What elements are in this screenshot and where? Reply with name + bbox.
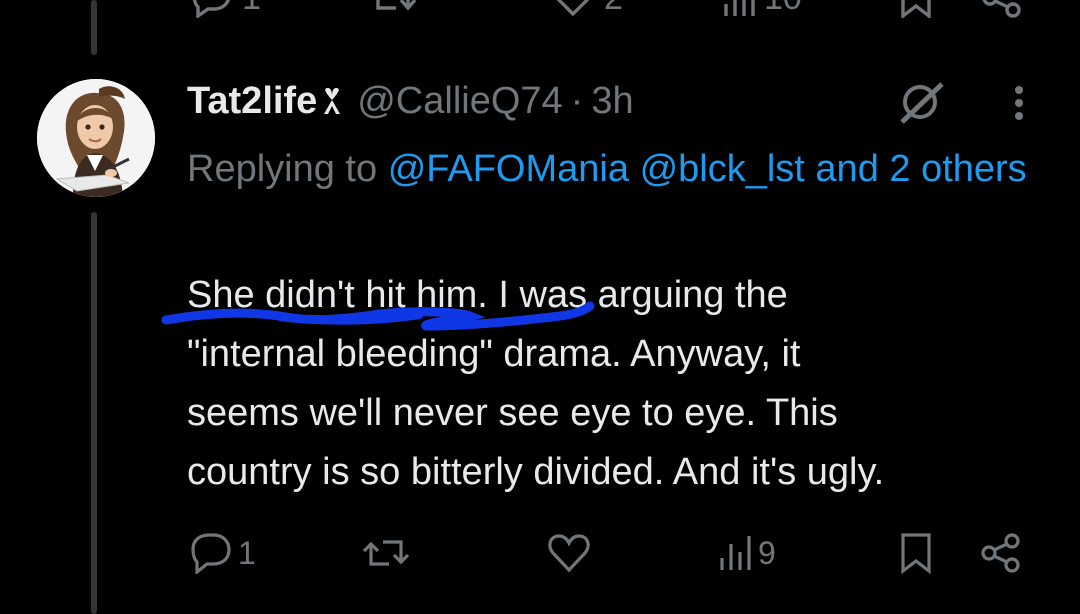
post-header: Tat2life @CallieQ74 · 3h — [187, 78, 634, 124]
post-body: She didn't hit him. I was arguing the "i… — [187, 266, 1067, 502]
prev-reply-button[interactable]: 1 — [188, 0, 261, 18]
like-icon — [556, 0, 590, 17]
mention-link-fafomania[interactable]: @FAFOMania — [388, 148, 629, 190]
bookmark-button[interactable] — [898, 530, 934, 576]
views-icon — [720, 536, 751, 570]
prev-retweet-button[interactable] — [368, 0, 418, 18]
prev-like-count: 2 — [604, 0, 623, 18]
prev-bookmark-button[interactable] — [898, 0, 934, 18]
avatar[interactable] — [37, 79, 155, 197]
retweet-button[interactable] — [360, 530, 416, 576]
mention-link-blck-lst[interactable]: @blck_lst — [640, 148, 805, 190]
post-body-line-1: She didn't hit him. I was arguing the — [187, 274, 788, 316]
user-handle[interactable]: @CallieQ74 — [357, 80, 562, 123]
post-body-line-3: seems we'll never see eye to eye. This — [187, 392, 838, 434]
prev-share-button[interactable] — [980, 0, 1024, 18]
thread-line-bottom — [91, 212, 97, 614]
prev-like-button[interactable]: 2 — [550, 0, 623, 18]
view-count: 9 — [758, 534, 776, 571]
reply-icon — [192, 0, 230, 18]
like-button[interactable] — [546, 530, 596, 576]
more-options-icon[interactable] — [1004, 82, 1034, 124]
previous-post-actions: 1 2 10 — [0, 0, 1080, 22]
avatar-cartoon-woman-image — [37, 79, 155, 197]
mention-others-link[interactable]: and 2 others — [815, 148, 1026, 190]
views-button[interactable]: 9 — [718, 530, 776, 576]
prev-reply-count: 1 — [242, 0, 261, 18]
replying-label: Replying to — [187, 148, 378, 190]
reply-icon — [191, 533, 231, 574]
grok-icon[interactable] — [896, 80, 948, 124]
views-icon — [724, 0, 755, 16]
prev-view-count: 10 — [764, 0, 802, 18]
ribbon-icon — [319, 86, 345, 116]
reply-count: 1 — [238, 534, 256, 571]
separator-dot: · — [570, 79, 584, 122]
replying-to: Replying to @FAFOMania @blck_lst and 2 o… — [187, 140, 1047, 198]
retweet-icon — [376, 0, 417, 11]
reply-button[interactable]: 1 — [188, 530, 256, 576]
like-icon — [548, 534, 590, 573]
display-name[interactable]: Tat2life — [187, 80, 317, 123]
prev-views-button[interactable]: 10 — [722, 0, 802, 18]
post-body-line-4: country is so bitterly divided. And it's… — [187, 451, 885, 493]
post-body-line-2: "internal bleeding" drama. Anyway, it — [187, 333, 801, 375]
bookmark-icon — [901, 533, 931, 574]
bookmark-icon — [901, 0, 931, 18]
share-button[interactable] — [978, 530, 1024, 576]
share-icon — [982, 0, 1021, 18]
retweet-icon — [362, 540, 410, 566]
share-icon — [981, 533, 1020, 573]
post-time[interactable]: 3h — [591, 80, 633, 123]
